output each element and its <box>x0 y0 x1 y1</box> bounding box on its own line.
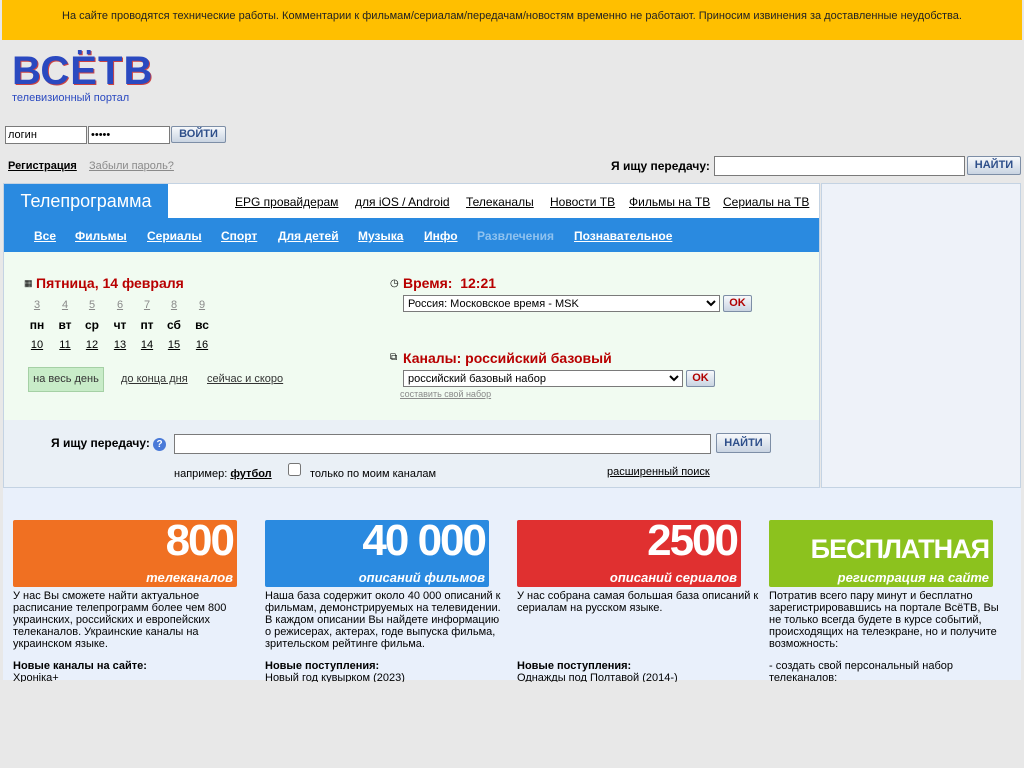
feature-caption: описаний фильмов <box>358 570 485 585</box>
filter-until-end-of-day[interactable]: до конца дня <box>121 373 188 385</box>
login-button[interactable]: ВОЙТИ <box>171 126 226 143</box>
feature-banner-channels[interactable]: 800 телеканалов <box>13 520 237 587</box>
timezone-select[interactable]: Россия: Московское время - MSK <box>403 295 720 312</box>
search-label: Я ищу передачу: <box>51 436 150 450</box>
feature-description: Потратив всего пару минут и бесплатно за… <box>769 590 999 650</box>
header-search-button[interactable]: НАЙТИ <box>967 156 1021 175</box>
feature-subheading: Новые каналы на сайте: <box>13 660 147 672</box>
calendar-day[interactable]: 6 <box>108 299 132 311</box>
register-link[interactable]: Регистрация <box>8 160 77 172</box>
login-field[interactable] <box>5 126 87 144</box>
feature-description: Наша база содержит около 40 000 описаний… <box>265 590 501 650</box>
calendar-day[interactable]: 9 <box>190 299 214 311</box>
feature-caption: описаний сериалов <box>609 570 737 585</box>
category-entertainment[interactable]: Развлечения <box>477 229 554 243</box>
channels-title: Каналы: российский базовый <box>403 350 612 366</box>
feature-subheading: Новые поступления: <box>265 660 380 672</box>
calendar-day[interactable]: 12 <box>80 339 104 351</box>
right-sidebar <box>821 183 1021 488</box>
feature-number: 2500 <box>647 520 739 565</box>
maintenance-notice: На сайте проводятся технические работы. … <box>2 0 1022 40</box>
example-link[interactable]: футбол <box>230 468 271 480</box>
advanced-search-link[interactable]: расширенный поиск <box>607 466 710 478</box>
time-title: Время: <box>403 275 453 291</box>
calendar-day[interactable]: 7 <box>135 299 159 311</box>
calendar-day[interactable]: 3 <box>25 299 49 311</box>
header-search-label: Я ищу передачу: <box>611 159 710 173</box>
weekday-label: чт <box>113 318 127 332</box>
feature-description: У нас собрана самая большая база описани… <box>517 590 759 614</box>
nav-news-link[interactable]: Новости ТВ <box>550 195 615 209</box>
calendar-day[interactable]: 10 <box>25 339 49 351</box>
example-prefix: например: <box>174 468 228 480</box>
category-all[interactable]: Все <box>34 229 56 243</box>
program-search-input[interactable] <box>174 434 711 454</box>
channel-set-select[interactable]: российский базовый набор <box>403 370 683 387</box>
time-value: 12:21 <box>460 275 497 291</box>
logo-name: ВСЁТВ <box>12 49 154 93</box>
feature-list-item: - создать свой персональный набор телека… <box>769 660 953 684</box>
calendar-day[interactable]: 11 <box>53 339 77 351</box>
calendar-day-selected[interactable]: 14 <box>135 339 159 351</box>
only-my-channels-label: только по моим каналам <box>310 468 437 480</box>
site-logo[interactable]: ВСЁТВ телевизионный портал <box>12 50 162 106</box>
feature-banner-registration[interactable]: БЕСПЛАТНАЯ регистрация на сайте <box>769 520 993 587</box>
feature-caption: телеканалов <box>146 570 233 585</box>
nav-serials-link[interactable]: Сериалы на ТВ <box>723 195 809 209</box>
search-example: например: футбол <box>174 468 272 480</box>
weekday-label: вт <box>58 318 72 332</box>
feature-description: У нас Вы сможете найти актуальное распис… <box>13 590 227 650</box>
category-films[interactable]: Фильмы <box>75 229 127 243</box>
page-bottom-area <box>0 682 1024 768</box>
calendar-day[interactable]: 15 <box>162 339 186 351</box>
channel-set-ok-button[interactable]: OK <box>686 370 715 387</box>
feature-banner-serials[interactable]: 2500 описаний сериалов <box>517 520 741 587</box>
filter-now-and-soon[interactable]: сейчас и скоро <box>207 373 283 385</box>
filter-all-day[interactable]: на весь день <box>28 367 104 392</box>
category-info[interactable]: Инфо <box>424 229 458 243</box>
calendar-icon: ▦ <box>24 278 33 288</box>
help-icon[interactable]: ? <box>153 438 166 451</box>
nav-channels-link[interactable]: Телеканалы <box>466 195 534 209</box>
category-serials[interactable]: Сериалы <box>147 229 202 243</box>
category-sport[interactable]: Спорт <box>221 229 257 243</box>
calendar-day[interactable]: 8 <box>162 299 186 311</box>
program-search-button[interactable]: НАЙТИ <box>716 433 771 453</box>
category-kids[interactable]: Для детей <box>278 229 339 243</box>
custom-set-link[interactable]: составить свой набор <box>400 389 491 399</box>
feature-caption: регистрация на сайте <box>837 570 989 585</box>
only-my-channels-checkbox[interactable] <box>288 463 301 476</box>
tab-teleprogram[interactable]: Телепрограмма <box>4 184 168 219</box>
logo-tagline: телевизионный портал <box>12 92 130 104</box>
category-music[interactable]: Музыка <box>358 229 403 243</box>
weekday-label: вс <box>195 318 209 332</box>
channels-icon: ⧉ <box>390 352 398 363</box>
feature-number: 40 000 <box>362 520 487 565</box>
timezone-ok-button[interactable]: OK <box>723 295 752 312</box>
time-heading: Время: 12:21 <box>403 275 496 291</box>
weekday-label: ср <box>84 318 99 332</box>
forgot-password-link[interactable]: Забыли пароль? <box>89 160 174 172</box>
category-educational[interactable]: Познавательное <box>574 229 672 243</box>
date-title: Пятница, 14 февраля <box>36 275 184 291</box>
password-field[interactable] <box>88 126 170 144</box>
calendar-day[interactable]: 13 <box>108 339 132 351</box>
calendar-day[interactable]: 5 <box>80 299 104 311</box>
clock-icon: ◷ <box>390 278 399 289</box>
header-search-input[interactable] <box>714 156 965 176</box>
weekday-label: пн <box>29 318 45 332</box>
nav-epg-link[interactable]: EPG провайдерам <box>235 195 338 209</box>
calendar-day[interactable]: 4 <box>53 299 77 311</box>
feature-banner-films[interactable]: 40 000 описаний фильмов <box>265 520 489 587</box>
feature-number: БЕСПЛАТНАЯ <box>810 534 990 564</box>
weekday-label: сб <box>167 318 181 332</box>
calendar-day[interactable]: 16 <box>190 339 214 351</box>
weekday-label: пт <box>140 318 154 332</box>
feature-subheading: Новые поступления: <box>517 660 632 672</box>
feature-number: 800 <box>165 520 235 565</box>
nav-films-link[interactable]: Фильмы на ТВ <box>629 195 710 209</box>
nav-mobile-link[interactable]: для iOS / Android <box>355 195 450 209</box>
